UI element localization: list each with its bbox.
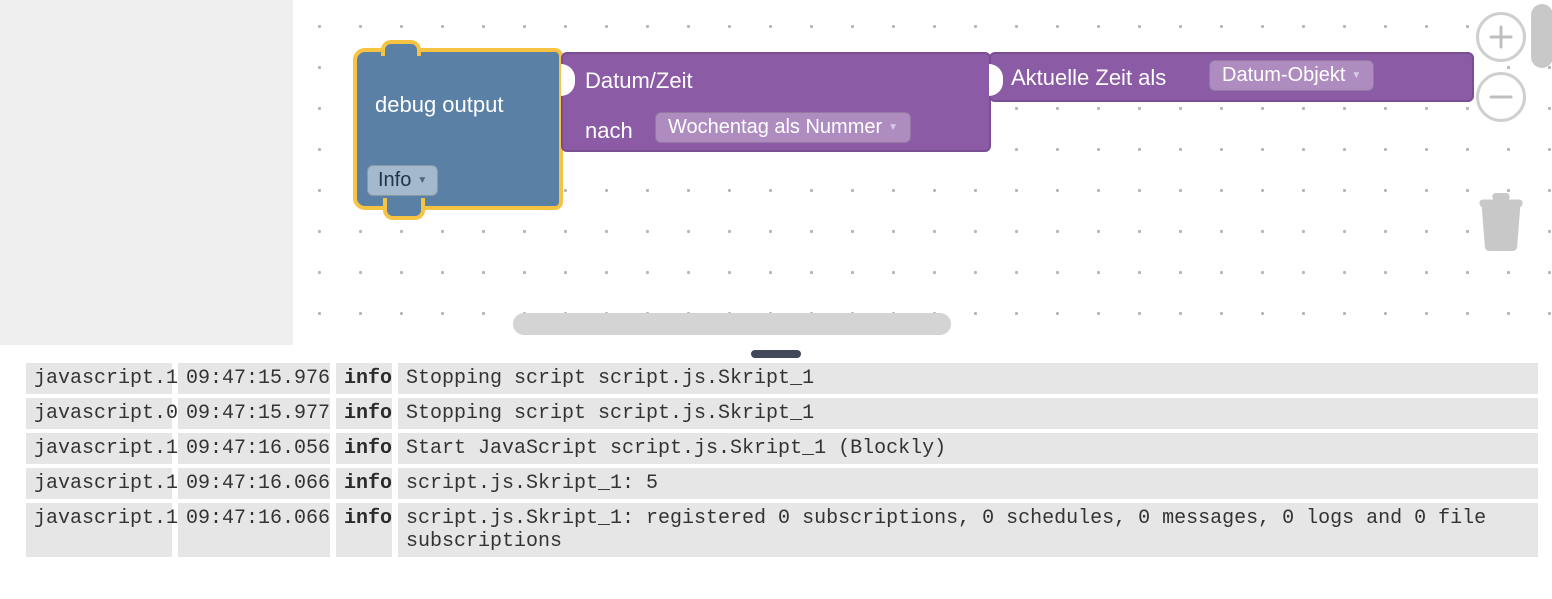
- chevron-down-icon: ▼: [417, 175, 427, 186]
- vertical-scrollbar[interactable]: [1531, 4, 1552, 68]
- block-debug-output[interactable]: debug output Info ▼: [353, 48, 563, 210]
- log-source: javascript.1: [26, 433, 172, 464]
- log-row[interactable]: javascript.109:47:16.066infoscript.js.Sk…: [26, 468, 1538, 499]
- log-time: 09:47:16.066: [178, 468, 330, 499]
- debug-label: debug output: [375, 92, 503, 118]
- horizontal-scrollbar[interactable]: [513, 313, 951, 335]
- now-format-value: Datum-Objekt: [1222, 64, 1345, 87]
- log-row[interactable]: javascript.109:47:16.066infoscript.js.Sk…: [26, 503, 1538, 557]
- splitter-grip: [751, 350, 801, 358]
- log-message: Stopping script script.js.Skript_1: [398, 398, 1538, 429]
- log-time: 09:47:16.066: [178, 503, 330, 557]
- log-message: Stopping script script.js.Skript_1: [398, 363, 1538, 394]
- trash-button[interactable]: [1472, 192, 1530, 252]
- zoom-in-button[interactable]: [1476, 12, 1526, 62]
- log-level: info: [336, 503, 392, 557]
- block-time-now[interactable]: Aktuelle Zeit als Datum-Objekt ▼: [989, 52, 1474, 102]
- log-message: script.js.Skript_1: registered 0 subscri…: [398, 503, 1538, 557]
- log-message: Start JavaScript script.js.Skript_1 (Blo…: [398, 433, 1538, 464]
- log-row[interactable]: javascript.109:47:15.976infoStopping scr…: [26, 363, 1538, 394]
- log-source: javascript.0: [26, 398, 172, 429]
- log-time: 09:47:15.976: [178, 363, 330, 394]
- plus-icon: [1486, 22, 1516, 52]
- blockly-toolbox[interactable]: [0, 0, 293, 345]
- now-format-dropdown[interactable]: Datum-Objekt ▼: [1209, 60, 1374, 91]
- chevron-down-icon: ▼: [888, 122, 898, 133]
- chevron-down-icon: ▼: [1351, 70, 1361, 81]
- log-row[interactable]: javascript.109:47:16.056infoStart JavaSc…: [26, 433, 1538, 464]
- log-time: 09:47:15.977: [178, 398, 330, 429]
- log-source: javascript.1: [26, 468, 172, 499]
- log-panel[interactable]: javascript.109:47:15.976infoStopping scr…: [26, 363, 1552, 599]
- block-input-notch: [989, 64, 1003, 96]
- log-level: info: [336, 468, 392, 499]
- log-gutter: [0, 363, 26, 599]
- block-top-notch: [381, 40, 421, 56]
- trash-icon: [1475, 193, 1527, 251]
- log-level: info: [336, 398, 392, 429]
- block-datetime-convert[interactable]: Datum/Zeit nach Wochentag als Nummer ▼: [561, 52, 991, 152]
- now-label: Aktuelle Zeit als: [1011, 65, 1166, 91]
- datetime-header: Datum/Zeit: [585, 68, 693, 94]
- debug-level-dropdown[interactable]: Info ▼: [367, 165, 438, 196]
- log-level: info: [336, 433, 392, 464]
- log-row[interactable]: javascript.009:47:15.977infoStopping scr…: [26, 398, 1538, 429]
- log-level: info: [336, 363, 392, 394]
- block-input-notch: [561, 64, 575, 96]
- panel-splitter[interactable]: [0, 345, 1552, 363]
- datetime-nach-label: nach: [585, 118, 633, 144]
- blockly-canvas[interactable]: debug output Info ▼ Datum/Zeit nach Woch…: [293, 0, 1552, 345]
- log-source: javascript.1: [26, 503, 172, 557]
- log-source: javascript.1: [26, 363, 172, 394]
- datetime-unit-dropdown[interactable]: Wochentag als Nummer ▼: [655, 112, 911, 143]
- zoom-out-button[interactable]: [1476, 72, 1526, 122]
- log-message: script.js.Skript_1: 5: [398, 468, 1538, 499]
- debug-level-value: Info: [378, 169, 411, 192]
- log-time: 09:47:16.056: [178, 433, 330, 464]
- minus-icon: [1486, 82, 1516, 112]
- datetime-unit-value: Wochentag als Nummer: [668, 116, 882, 139]
